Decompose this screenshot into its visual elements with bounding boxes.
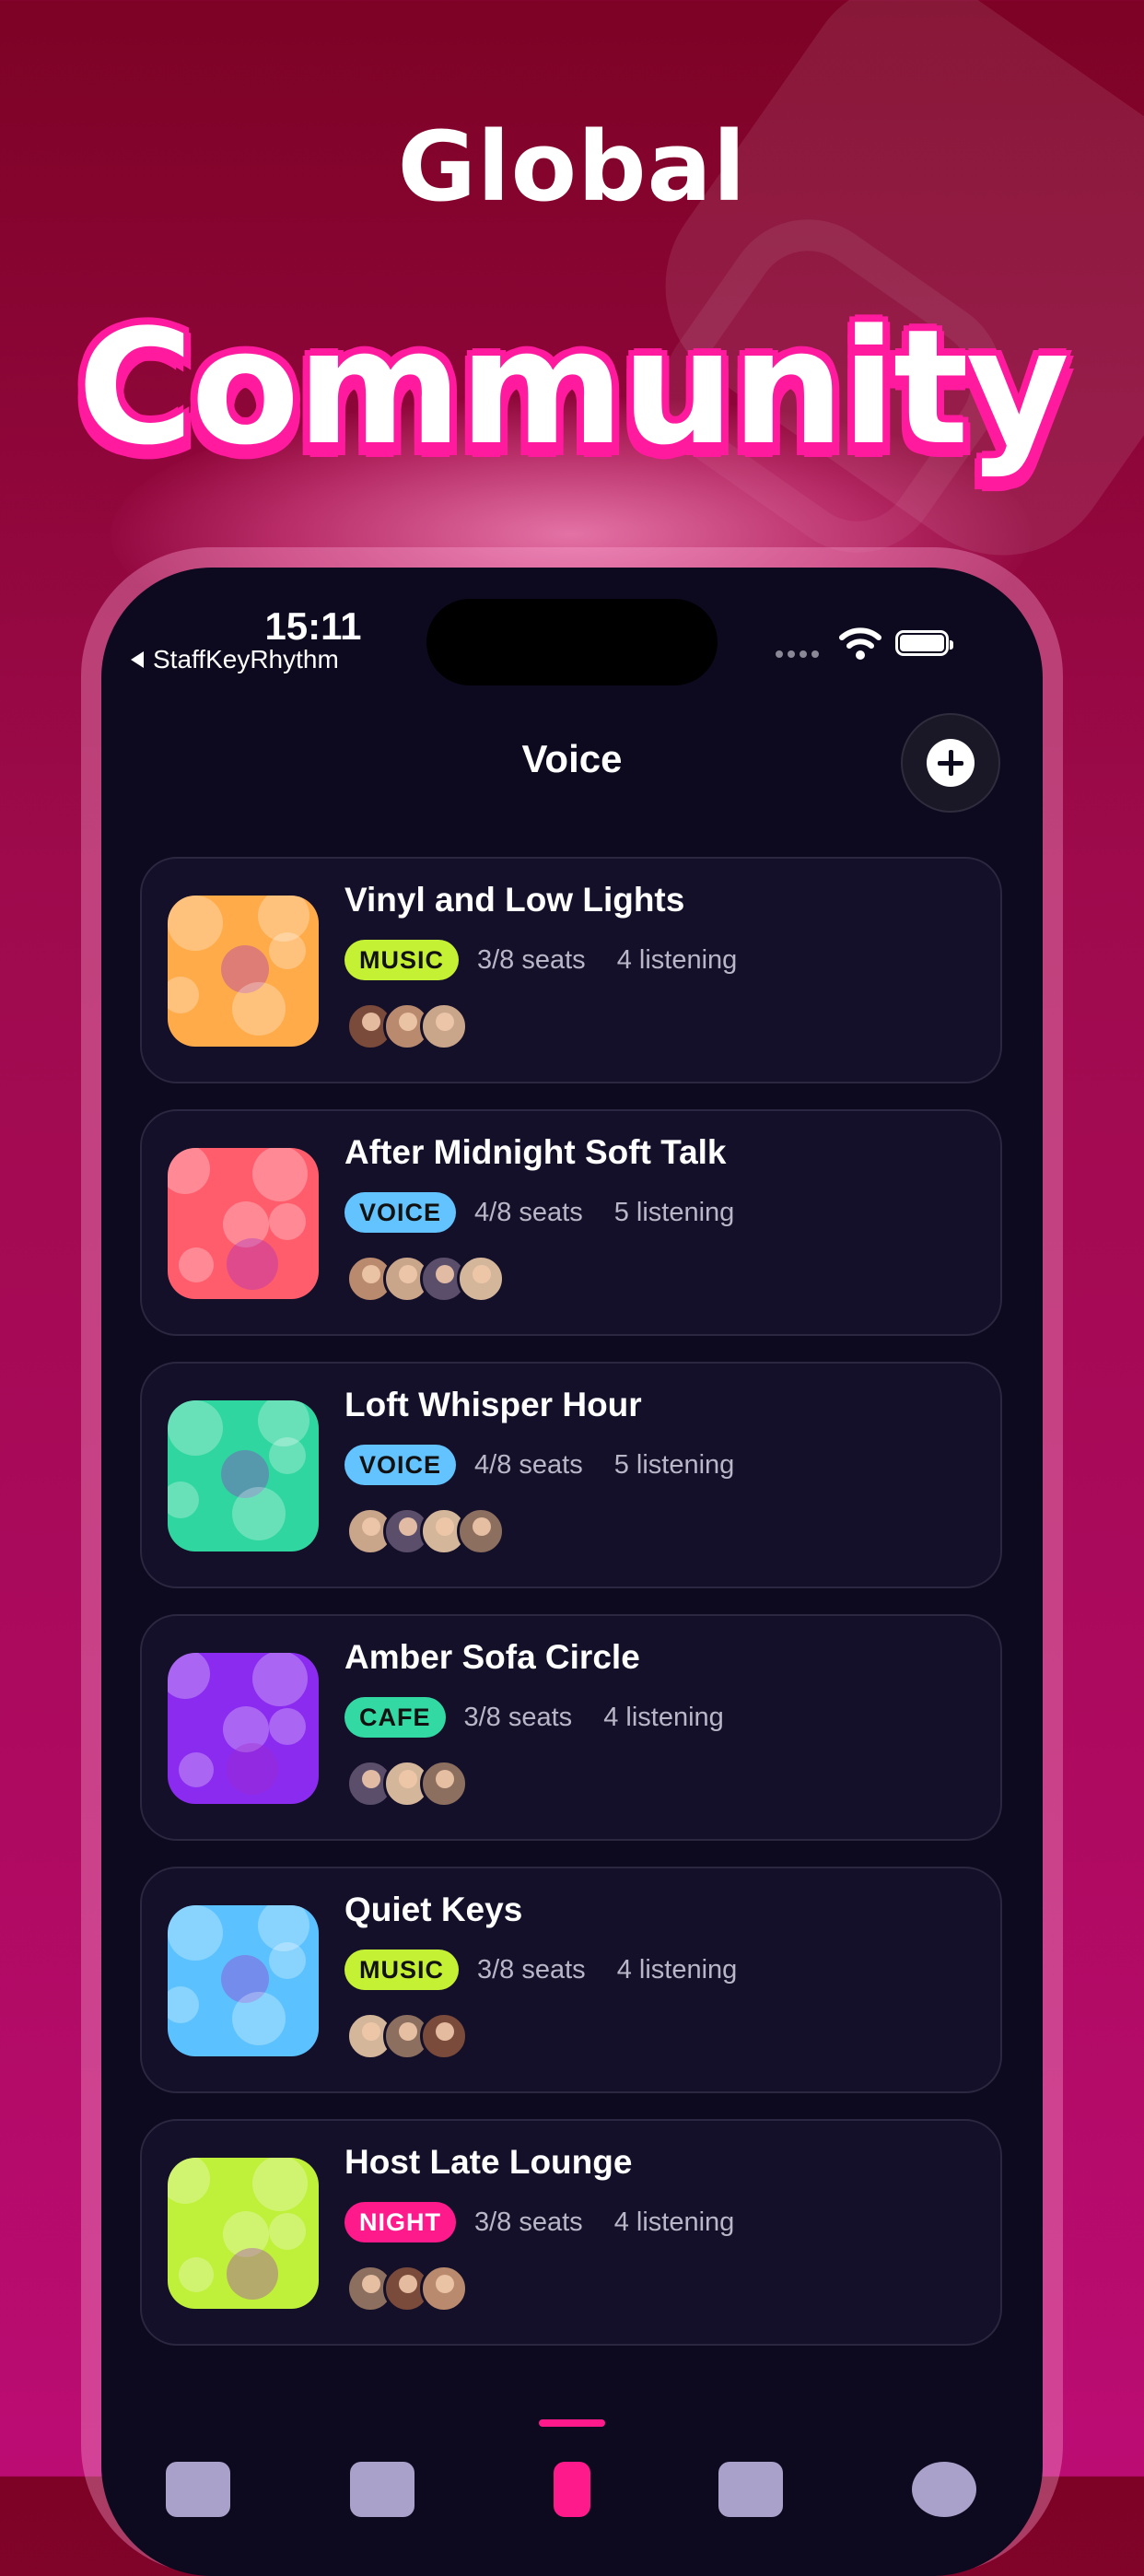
room-listening-count: 5 listening <box>613 1197 735 1227</box>
room-cover-image <box>168 1400 319 1551</box>
room-title: Quiet Keys <box>344 1891 523 1928</box>
tab-profile-icon[interactable] <box>912 2462 976 2517</box>
room-cover-image <box>168 1905 319 2056</box>
room-seats: 3/8 seats <box>477 944 586 975</box>
back-to-app-link[interactable]: StaffKeyRhythm <box>131 645 339 674</box>
room-meta: MUSIC 3/8 seats 4 listening <box>344 1950 737 1990</box>
phone-screen: 15:11 StaffKeyRhythm Voice Vinyl and Low… <box>101 568 1043 2576</box>
room-title: Loft Whisper Hour <box>344 1386 642 1423</box>
room-seats: 3/8 seats <box>477 1954 586 1985</box>
room-seats: 3/8 seats <box>474 2207 583 2237</box>
dynamic-island <box>426 599 718 685</box>
participant-avatars <box>346 1760 468 1808</box>
room-seats: 4/8 seats <box>474 1197 583 1227</box>
back-app-label: StaffKeyRhythm <box>153 645 339 673</box>
participant-avatars <box>346 2012 468 2060</box>
avatar <box>420 2265 468 2313</box>
signal-icon <box>776 650 819 658</box>
room-listening-count: 4 listening <box>616 944 738 975</box>
add-room-button[interactable] <box>901 713 1000 813</box>
room-meta: VOICE 4/8 seats 5 listening <box>344 1445 734 1485</box>
wifi-icon <box>839 627 881 660</box>
battery-icon <box>895 630 953 656</box>
avatar <box>457 1507 505 1555</box>
room-cover-image <box>168 1148 319 1299</box>
room-listening-count: 4 listening <box>603 1702 724 1732</box>
room-card[interactable]: Amber Sofa Circle CAFE 3/8 seats 4 listenin… <box>140 1614 1002 1841</box>
room-tag-badge: MUSIC <box>344 940 459 980</box>
room-listening-count: 5 listening <box>613 1449 735 1480</box>
room-seats: 3/8 seats <box>463 1702 573 1732</box>
room-tag-badge: NIGHT <box>344 2202 456 2242</box>
room-meta: VOICE 4/8 seats 5 listening <box>344 1192 734 1233</box>
tab-chat-icon[interactable] <box>350 2462 414 2517</box>
active-tab-indicator <box>539 2419 605 2427</box>
avatar <box>457 1255 505 1303</box>
tab-home-icon[interactable] <box>166 2462 230 2517</box>
room-title: Amber Sofa Circle <box>344 1638 640 1676</box>
room-cover-image <box>168 896 319 1047</box>
room-card[interactable]: Quiet Keys MUSIC 3/8 seats 4 listening <box>140 1867 1002 2093</box>
room-seats: 4/8 seats <box>474 1449 583 1480</box>
room-tag-badge: VOICE <box>344 1192 457 1233</box>
avatar <box>420 1760 468 1808</box>
room-card[interactable]: Vinyl and Low Lights MUSIC 3/8 seats 4 list… <box>140 857 1002 1083</box>
room-card[interactable]: Loft Whisper Hour VOICE 4/8 seats 5 listeni… <box>140 1362 1002 1588</box>
room-meta: NIGHT 3/8 seats 4 listening <box>344 2202 734 2242</box>
room-cover-image <box>168 2158 319 2309</box>
room-tag-badge: MUSIC <box>344 1950 459 1990</box>
room-meta: CAFE 3/8 seats 4 listening <box>344 1697 724 1738</box>
avatar <box>420 1002 468 1050</box>
room-listening-count: 4 listening <box>616 1954 738 1985</box>
room-title: After Midnight Soft Talk <box>344 1133 727 1171</box>
avatar <box>420 2012 468 2060</box>
participant-avatars <box>346 1507 505 1555</box>
participant-avatars <box>346 1255 505 1303</box>
room-card[interactable]: Host Late Lounge NIGHT 3/8 seats 4 listenin… <box>140 2119 1002 2346</box>
status-time: 15:11 <box>264 604 362 648</box>
room-meta: MUSIC 3/8 seats 4 listening <box>344 940 737 980</box>
plus-circle-icon <box>927 739 975 787</box>
room-title: Vinyl and Low Lights <box>344 881 685 919</box>
tab-cards-icon[interactable] <box>718 2462 783 2517</box>
tab-voice-icon[interactable] <box>554 2462 590 2517</box>
participant-avatars <box>346 1002 468 1050</box>
promo-headline-main: Community <box>76 295 1069 480</box>
participant-avatars <box>346 2265 468 2313</box>
back-arrow-icon <box>131 651 144 668</box>
room-title: Host Late Lounge <box>344 2143 633 2181</box>
room-card[interactable]: After Midnight Soft Talk VOICE 4/8 seats 5 … <box>140 1109 1002 1336</box>
room-tag-badge: CAFE <box>344 1697 446 1738</box>
room-listening-count: 4 listening <box>613 2207 735 2237</box>
room-cover-image <box>168 1653 319 1804</box>
room-tag-badge: VOICE <box>344 1445 457 1485</box>
promo-headline-top: Global <box>397 111 747 223</box>
